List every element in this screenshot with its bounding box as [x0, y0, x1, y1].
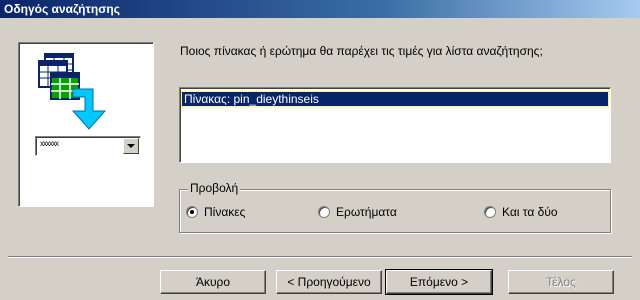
radio-checked-icon [186, 206, 198, 218]
divider [8, 256, 632, 258]
question-label: Ποιος πίνακας ή ερώτημα θα παρέχει τις τ… [180, 44, 543, 58]
source-listbox[interactable]: Πίνακας: pin_dieythinseis [179, 87, 611, 163]
down-arrow-icon [71, 88, 107, 130]
back-button[interactable]: < Προηγούμενο [276, 270, 382, 294]
radio-tables[interactable]: Πίνακες [186, 205, 245, 219]
view-group-title: Προβολή [188, 181, 241, 195]
title-bar: Οδηγός αναζήτησης [0, 0, 640, 18]
radio-unchecked-icon [318, 206, 330, 218]
radio-both-label: Και τα δύο [502, 205, 558, 219]
chevron-down-icon [123, 138, 139, 154]
illustration-panel: xxxxxx [18, 42, 154, 207]
radio-both[interactable]: Και τα δύο [484, 205, 558, 219]
combo-text: xxxxxx [40, 139, 59, 148]
radio-queries[interactable]: Ερωτήματα [318, 205, 397, 219]
next-button[interactable]: Επόμενο > [385, 269, 493, 295]
radio-unchecked-icon [484, 206, 496, 218]
radio-tables-label: Πίνακες [204, 205, 246, 219]
finish-button[interactable]: Τέλος [508, 270, 614, 294]
window-title: Οδηγός αναζήτησης [4, 2, 120, 16]
cancel-button[interactable]: Άκυρο [160, 270, 266, 294]
radio-queries-label: Ερωτήματα [336, 205, 397, 219]
sample-combo: xxxxxx [35, 136, 141, 156]
list-item[interactable]: Πίνακας: pin_dieythinseis [181, 91, 609, 107]
